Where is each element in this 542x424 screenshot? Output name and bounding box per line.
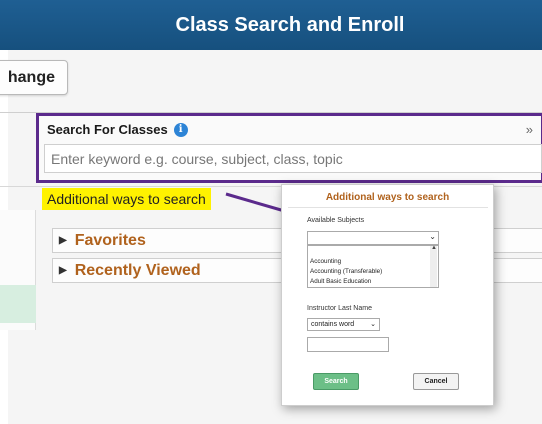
- subject-option[interactable]: Accounting: [308, 257, 438, 267]
- additional-ways-popup: Additional ways to search Available Subj…: [281, 184, 494, 406]
- search-label-row: Search For Classes i: [47, 122, 188, 137]
- additional-ways-link[interactable]: Additional ways to search: [42, 188, 211, 210]
- additional-ways-label: Additional ways to search: [47, 191, 206, 207]
- recently-viewed-label: Recently Viewed: [74, 261, 201, 279]
- scroll-up-icon[interactable]: ▲: [431, 245, 437, 251]
- available-subjects-label: Available Subjects: [307, 217, 365, 224]
- subject-option[interactable]: Accounting (Transferable): [308, 267, 438, 277]
- available-subjects-select[interactable]: ⌄: [307, 231, 439, 245]
- popup-title: Additional ways to search: [325, 192, 450, 203]
- left-panel-highlight: [0, 285, 36, 323]
- search-placeholder: Enter keyword e.g. course, subject, clas…: [51, 150, 343, 167]
- popup-cancel-button[interactable]: Cancel: [413, 373, 459, 390]
- info-icon[interactable]: i: [173, 122, 188, 137]
- search-for-classes-panel: Search For Classes i Enter keyword e.g. …: [36, 113, 542, 183]
- instructor-operator-select[interactable]: contains word ⌄: [307, 318, 380, 331]
- change-button-label: hange: [7, 68, 55, 86]
- caret-right-icon: ▶: [59, 265, 67, 276]
- instructor-last-name-label: Instructor Last Name: [307, 305, 372, 312]
- instructor-last-name-input[interactable]: [307, 337, 389, 352]
- change-button[interactable]: hange: [0, 60, 68, 95]
- search-input[interactable]: Enter keyword e.g. course, subject, clas…: [44, 144, 542, 173]
- instructor-operator-value: contains word: [311, 321, 355, 328]
- page-title: Class Search and Enroll: [175, 13, 405, 36]
- search-submit-icon[interactable]: »: [526, 122, 533, 137]
- popup-search-button[interactable]: Search: [313, 373, 359, 390]
- dropdown-scrollbar[interactable]: [430, 246, 437, 287]
- subjects-dropdown-list: ▲ Accounting Accounting (Transferable) A…: [307, 245, 439, 288]
- chevron-down-icon: ⌄: [429, 232, 436, 241]
- favorites-label: Favorites: [74, 231, 146, 249]
- chevron-down-icon: ⌄: [370, 321, 376, 328]
- caret-right-icon: ▶: [59, 235, 67, 246]
- search-label: Search For Classes: [47, 122, 168, 137]
- subject-option[interactable]: Adult Basic Education: [308, 277, 438, 287]
- page-header: Class Search and Enroll: [0, 0, 542, 50]
- popup-divider: [288, 207, 488, 208]
